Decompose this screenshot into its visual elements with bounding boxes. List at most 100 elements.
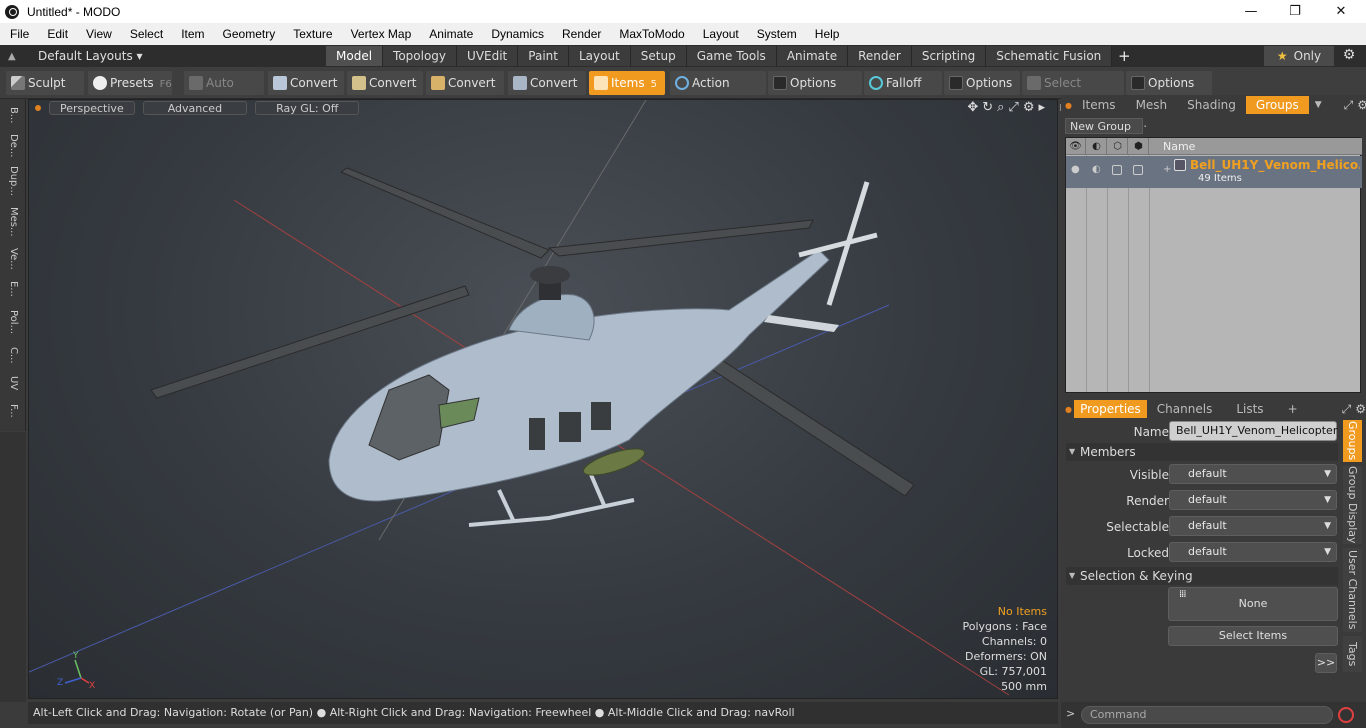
- lock-cube-icon[interactable]: ⬢: [1129, 138, 1149, 155]
- viewport-gear-icon[interactable]: ⚙: [1023, 100, 1035, 115]
- zoom-icon[interactable]: ⌕: [997, 100, 1004, 115]
- menu-help[interactable]: Help: [805, 27, 848, 41]
- menu-file[interactable]: File: [0, 27, 37, 41]
- tab-animate[interactable]: Animate: [776, 46, 849, 66]
- tab-uvedit[interactable]: UVEdit: [457, 46, 519, 66]
- selection-keying-section[interactable]: Selection & Keying: [1066, 567, 1338, 585]
- row-visibility-icon[interactable]: ●: [1071, 164, 1080, 175]
- command-input[interactable]: Command: [1081, 706, 1333, 724]
- 3d-viewport[interactable]: Y Z X Perspective Advanced Ray GL: Off ✥…: [28, 99, 1058, 699]
- row-locked-checkbox[interactable]: [1133, 165, 1143, 175]
- falloff-button[interactable]: Falloff: [864, 71, 942, 95]
- tabs-dropdown-icon[interactable]: ▼: [1315, 100, 1322, 110]
- side-tab-tags[interactable]: Tags: [1343, 636, 1362, 672]
- viewport-menu-dot[interactable]: [35, 105, 41, 111]
- panel-menu-dot[interactable]: ●: [1065, 101, 1072, 110]
- props-gear-icon[interactable]: ⚙: [1355, 402, 1366, 416]
- tab-groups[interactable]: Groups: [1245, 96, 1309, 114]
- fit-icon[interactable]: ⤢: [1008, 100, 1018, 115]
- group-row[interactable]: ● ◐ + Bell_UH1Y_Venom_Helico... 49 Items: [1066, 156, 1362, 188]
- convert-button-3[interactable]: Convert: [426, 71, 504, 95]
- menu-system[interactable]: System: [747, 27, 805, 41]
- select-cube-icon[interactable]: ⬡: [1108, 138, 1128, 155]
- tab-scripting[interactable]: Scripting: [911, 46, 987, 66]
- viewport-scene[interactable]: Y Z X: [29, 100, 1058, 699]
- left-tab-deform[interactable]: De...: [0, 131, 26, 161]
- none-button[interactable]: ⁞⁞⁞ None: [1168, 587, 1338, 621]
- menu-select[interactable]: Select: [120, 27, 171, 41]
- add-tab-button[interactable]: +: [1112, 46, 1136, 66]
- shading-dropdown[interactable]: Advanced: [142, 101, 248, 115]
- left-tab-edge[interactable]: E...: [0, 275, 26, 303]
- members-section[interactable]: Members: [1066, 443, 1338, 461]
- menu-item[interactable]: Item: [171, 27, 212, 41]
- left-tab-vertex[interactable]: Ve...: [0, 245, 26, 273]
- tab-items[interactable]: Items: [1072, 96, 1126, 114]
- left-tab-mesh[interactable]: Mes...: [0, 203, 26, 241]
- auto-select-button[interactable]: Auto Select: [184, 71, 264, 114]
- view-mode-dropdown[interactable]: Perspective: [49, 101, 135, 115]
- select-items-button[interactable]: Select Items: [1168, 626, 1338, 646]
- left-tab-polygon[interactable]: Pol...: [0, 305, 26, 339]
- rotate-icon[interactable]: ↻: [982, 100, 993, 115]
- raygl-toggle[interactable]: Ray GL: Off: [255, 101, 360, 115]
- visibility-eye-icon[interactable]: 👁: [1066, 138, 1086, 155]
- maximize-button[interactable]: ❐: [1272, 0, 1318, 23]
- groups-list[interactable]: 👁 ◐ ⬡ ⬢ Name ● ◐ + Bell_UH1Y_Venom_Helic…: [1065, 137, 1362, 393]
- menu-geometry[interactable]: Geometry: [213, 27, 284, 41]
- menu-layout[interactable]: Layout: [693, 27, 747, 41]
- panel-maximize-icon[interactable]: ⤢: [1344, 98, 1354, 113]
- visible-dropdown[interactable]: default ▼: [1169, 464, 1337, 484]
- menu-texture[interactable]: Texture: [283, 27, 340, 41]
- props-menu-dot[interactable]: ●: [1065, 405, 1074, 414]
- menu-vertex-map[interactable]: Vertex Map: [341, 27, 420, 41]
- tab-properties[interactable]: Properties: [1074, 400, 1147, 418]
- tab-paint[interactable]: Paint: [518, 46, 569, 66]
- panel-gear-icon[interactable]: ⚙: [1357, 98, 1366, 112]
- tab-game-tools[interactable]: Game Tools: [686, 46, 777, 66]
- options-button-2[interactable]: Options: [944, 71, 1020, 95]
- more-button[interactable]: >>: [1315, 653, 1337, 673]
- tab-lists[interactable]: Lists: [1222, 400, 1277, 418]
- menu-maxtomodo[interactable]: MaxToModo: [609, 27, 692, 41]
- default-layouts-dropdown[interactable]: ▲ Default Layouts ▾: [0, 45, 326, 67]
- tab-channels[interactable]: Channels: [1147, 400, 1223, 418]
- menu-render[interactable]: Render: [552, 27, 609, 41]
- render-icon[interactable]: ◐: [1087, 138, 1107, 155]
- record-macro-icon[interactable]: [1338, 707, 1354, 723]
- menu-dynamics[interactable]: Dynamics: [481, 27, 552, 41]
- convert-button-1[interactable]: Convert: [268, 71, 344, 95]
- action-center-button[interactable]: Action Center: [670, 71, 766, 114]
- sculpt-button[interactable]: Sculpt: [6, 71, 84, 95]
- presets-button[interactable]: Presets F6: [88, 71, 172, 95]
- convert-button-4[interactable]: Convert: [508, 71, 586, 95]
- props-maximize-icon[interactable]: ⤢: [1342, 402, 1352, 417]
- helicopter-model[interactable]: [150, 167, 915, 527]
- tab-setup[interactable]: Setup: [630, 46, 687, 66]
- menu-edit[interactable]: Edit: [37, 27, 76, 41]
- locked-dropdown[interactable]: default ▼: [1169, 542, 1337, 562]
- select-through-button[interactable]: Select Through: [1022, 71, 1124, 114]
- name-field[interactable]: Bell_UH1Y_Venom_Helicopter (51: [1169, 421, 1337, 455]
- row-render-icon[interactable]: ◐: [1092, 164, 1101, 175]
- options-button-1[interactable]: Options: [768, 71, 862, 95]
- tab-topology[interactable]: Topology: [383, 46, 458, 66]
- props-add-tab[interactable]: +: [1278, 400, 1308, 418]
- close-button[interactable]: ✕: [1318, 0, 1364, 23]
- collapse-arrow-icon[interactable]: ▲: [8, 51, 20, 62]
- side-tab-group-display[interactable]: Group Display: [1343, 466, 1362, 544]
- minimize-button[interactable]: —: [1228, 0, 1274, 23]
- tab-schematic-fusion[interactable]: Schematic Fusion: [986, 46, 1113, 66]
- expand-arrow-icon[interactable]: ▸: [1038, 100, 1045, 115]
- tab-model[interactable]: Model: [326, 46, 384, 66]
- expand-plus-icon[interactable]: +: [1163, 164, 1171, 175]
- tab-layout[interactable]: Layout: [568, 46, 631, 66]
- options-button-3[interactable]: Options: [1126, 71, 1212, 95]
- left-tab-uv[interactable]: UV: [0, 371, 26, 395]
- gear-icon[interactable]: ⚙: [1338, 47, 1360, 65]
- left-tab-curve[interactable]: C...: [0, 341, 26, 369]
- tab-mesh[interactable]: Mesh ...: [1126, 96, 1178, 130]
- new-group-button[interactable]: New Group: [1065, 118, 1143, 134]
- menu-animate[interactable]: Animate: [419, 27, 481, 41]
- left-tab-duplicate[interactable]: Dup...: [0, 163, 26, 199]
